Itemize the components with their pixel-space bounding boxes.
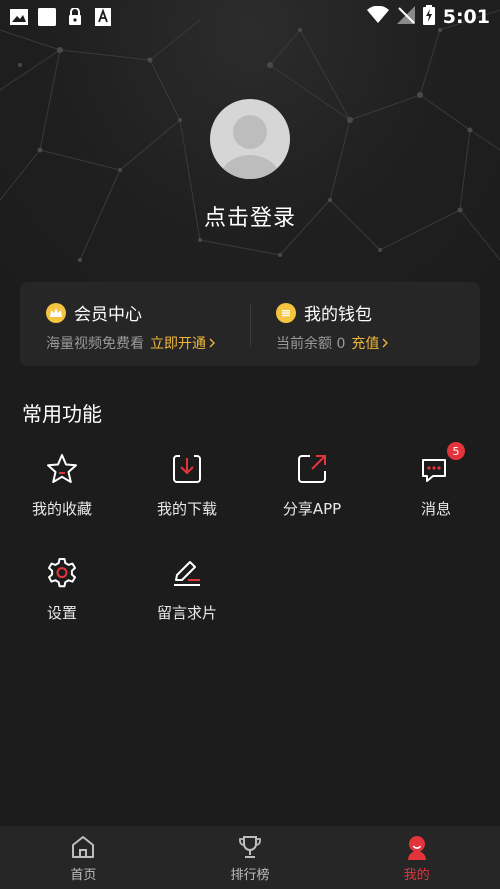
downloads-label: 我的下载 — [156, 500, 217, 518]
status-bar-right: 5:01 — [366, 5, 490, 29]
vip-center-panel[interactable]: 会员中心 海量视频免费看 立即开通 — [20, 282, 250, 366]
wallet-subtitle: 当前余额 0 充值 — [276, 333, 480, 353]
request-movie-label: 留言求片 — [156, 604, 217, 622]
request-movie-button[interactable]: 留言求片 — [137, 556, 237, 623]
downloads-button[interactable]: 我的下载 — [137, 452, 237, 519]
chevron-right-icon — [209, 338, 215, 348]
membership-wallet-card: 会员中心 海量视频免费看 立即开通 我的钱包 当前余额 0 充值 — [20, 282, 480, 366]
chevron-right-icon — [382, 338, 389, 348]
wifi-icon — [366, 5, 389, 28]
edit-icon — [170, 556, 204, 590]
star-icon — [45, 452, 79, 486]
wallet-title: 我的钱包 — [276, 300, 480, 325]
download-icon — [170, 452, 204, 486]
wallet-panel[interactable]: 我的钱包 当前余额 0 充值 — [250, 282, 480, 366]
square-icon — [38, 8, 56, 26]
bottom-tab-bar: 首页 排行榜 我的 — [0, 826, 500, 889]
vip-description: 海量视频免费看 — [46, 336, 144, 352]
tab-ranking-label: 排行榜 — [230, 868, 270, 883]
open-vip-label: 立即开通 — [150, 336, 206, 352]
trophy-icon — [239, 836, 261, 858]
vip-center-subtitle: 海量视频免费看 立即开通 — [46, 333, 250, 353]
share-icon — [295, 452, 329, 486]
recharge-label: 充值 — [351, 336, 380, 352]
default-avatar-icon — [220, 115, 280, 179]
tab-profile[interactable]: 我的 — [333, 826, 500, 889]
lock-icon — [66, 8, 84, 26]
share-app-label: 分享APP — [282, 500, 342, 518]
vip-center-title: 会员中心 — [46, 300, 250, 325]
battery-charging-icon — [422, 5, 435, 29]
image-icon — [10, 8, 28, 26]
avatar[interactable] — [210, 99, 290, 179]
settings-button[interactable]: 设置 — [12, 556, 112, 623]
wallet-balance: 当前余额 0 — [276, 336, 346, 352]
share-app-button[interactable]: 分享APP — [262, 452, 362, 519]
profile-icon — [407, 836, 426, 860]
messages-button[interactable]: 5 消息 — [386, 442, 486, 519]
favorites-label: 我的收藏 — [31, 500, 92, 518]
status-bar: 5:01 — [0, 0, 500, 34]
open-vip-link[interactable]: 立即开通 — [150, 333, 215, 353]
font-icon — [94, 8, 112, 26]
unread-badge: 5 — [447, 442, 465, 460]
home-icon — [72, 836, 95, 858]
status-bar-left — [10, 8, 112, 26]
favorites-button[interactable]: 我的收藏 — [12, 452, 112, 519]
settings-label: 设置 — [46, 604, 77, 622]
tab-home-label: 首页 — [70, 868, 97, 883]
recharge-link[interactable]: 充值 — [351, 333, 389, 353]
no-signal-icon — [396, 6, 415, 28]
message-icon: 5 — [419, 442, 465, 486]
crown-icon — [46, 302, 66, 323]
messages-label: 消息 — [420, 500, 451, 518]
clock: 5:01 — [442, 6, 490, 28]
login-prompt[interactable]: 点击登录 — [0, 200, 500, 232]
tab-profile-label: 我的 — [403, 868, 430, 883]
tab-home[interactable]: 首页 — [0, 826, 167, 889]
wallet-label: 我的钱包 — [304, 305, 372, 325]
vip-center-label: 会员中心 — [74, 305, 142, 325]
gear-icon — [45, 556, 79, 590]
wallet-icon — [276, 302, 296, 323]
tab-ranking[interactable]: 排行榜 — [167, 826, 334, 889]
features-section-title: 常用功能 — [22, 402, 102, 426]
